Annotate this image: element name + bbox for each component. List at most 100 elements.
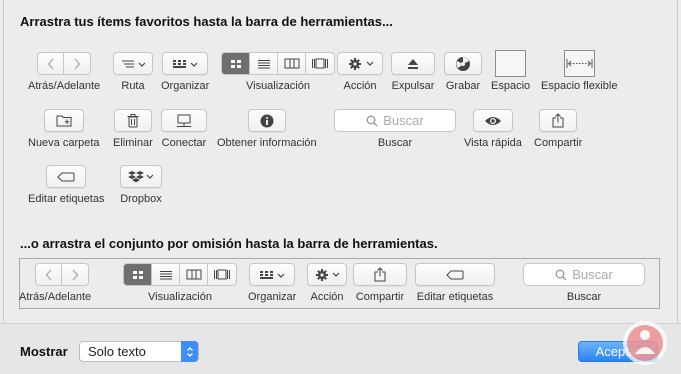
item-delete[interactable]: Eliminar [113, 109, 153, 150]
item-arrange[interactable]: Organizar [161, 52, 209, 93]
item-search[interactable]: Buscar Buscar [334, 109, 456, 150]
default-arrange-button[interactable] [249, 263, 296, 286]
dropbox-button[interactable] [120, 165, 162, 188]
item-burn[interactable]: Grabar [444, 52, 482, 93]
list-view-icon[interactable] [250, 53, 278, 74]
icon-view-icon[interactable] [222, 53, 250, 74]
item-space[interactable]: Espacio [491, 50, 530, 93]
arrange-grid-icon [173, 59, 198, 68]
back-forward-control[interactable] [37, 52, 92, 75]
gallery-view-icon[interactable] [306, 53, 334, 74]
chevron-left-icon[interactable] [36, 264, 63, 285]
column-view-icon[interactable] [180, 264, 208, 285]
icon-view-icon[interactable] [124, 264, 152, 285]
new-folder-button[interactable] [43, 109, 84, 132]
item-path[interactable]: Ruta [113, 52, 153, 93]
eject-button[interactable] [391, 52, 435, 75]
arrange-label: Organizar [161, 80, 210, 92]
trash-icon [127, 113, 139, 127]
item-edit-tags[interactable]: Editar etiquetas [28, 165, 104, 206]
search-placeholder: Buscar [383, 113, 424, 128]
arrange-button[interactable] [162, 52, 209, 75]
view-segmented-control[interactable] [221, 52, 335, 75]
item-share[interactable]: Compartir [534, 109, 582, 150]
item-flexible-space[interactable]: Espacio flexible [541, 50, 617, 93]
default-item-search[interactable]: Buscar Buscar [523, 263, 645, 304]
delete-label: Eliminar [113, 137, 153, 149]
edit-tags-label: Editar etiquetas [28, 193, 105, 205]
show-label: Mostrar [20, 344, 68, 359]
item-new-folder[interactable]: Nueva carpeta [28, 109, 100, 150]
item-get-info[interactable]: Obtener información [217, 109, 317, 150]
new-folder-icon [56, 115, 72, 127]
drag-items-heading: Arrastra tus ítems favoritos hasta la ba… [20, 14, 393, 29]
default-item-arrange[interactable]: Organizar [248, 263, 296, 304]
default-item-edit-tags[interactable]: Editar etiquetas [415, 263, 495, 304]
path-button[interactable] [113, 52, 153, 75]
item-quick-look[interactable]: Vista rápida [464, 109, 522, 150]
list-view-icon[interactable] [152, 264, 180, 285]
chevron-left-icon[interactable] [38, 53, 65, 74]
item-view[interactable]: Visualización [221, 52, 335, 93]
dropbox-label: Dropbox [120, 193, 162, 205]
default-share-label: Compartir [355, 291, 405, 303]
path-label: Ruta [121, 80, 145, 92]
flexible-space-placeholder[interactable] [563, 50, 595, 77]
gallery-view-icon[interactable] [208, 264, 236, 285]
tag-icon [57, 172, 75, 181]
quick-look-button[interactable] [472, 109, 513, 132]
gear-icon [316, 268, 340, 281]
space-label: Espacio [491, 80, 531, 92]
burn-button[interactable] [444, 52, 482, 75]
search-icon [366, 115, 378, 126]
connect-button[interactable] [161, 109, 207, 132]
edit-tags-button[interactable] [46, 165, 87, 188]
action-button[interactable] [337, 52, 383, 75]
delete-button[interactable] [113, 109, 152, 132]
default-edit-tags-label: Editar etiquetas [416, 291, 494, 303]
share-icon [374, 267, 386, 282]
default-share-button[interactable] [353, 263, 407, 286]
eject-label: Expulsar [391, 80, 435, 92]
updown-chevron-icon[interactable] [181, 341, 198, 362]
column-view-icon[interactable] [278, 53, 306, 74]
item-dropbox[interactable]: Dropbox [120, 165, 162, 206]
show-select-value: Solo texto [88, 344, 146, 359]
default-item-view[interactable]: Visualización [123, 263, 237, 304]
share-label: Compartir [534, 137, 583, 149]
chevron-right-icon[interactable] [62, 264, 88, 285]
item-eject[interactable]: Expulsar [391, 52, 435, 93]
get-info-button[interactable] [247, 109, 286, 132]
item-back-forward[interactable]: Atrás/Adelante [28, 52, 100, 93]
item-connect[interactable]: Conectar [161, 109, 207, 150]
get-info-label: Obtener información [217, 137, 317, 149]
default-search-field[interactable]: Buscar [523, 263, 645, 286]
path-icon [122, 60, 146, 67]
default-search-label: Buscar [566, 291, 602, 303]
double-arrow-icon [566, 59, 593, 68]
connect-label: Conectar [161, 137, 207, 149]
default-item-back-forward[interactable]: Atrás/Adelante [19, 263, 91, 304]
default-back-forward-control[interactable] [35, 263, 90, 286]
search-field[interactable]: Buscar [334, 109, 456, 132]
eye-icon [484, 116, 501, 125]
default-action-label: Acción [310, 291, 344, 303]
space-placeholder[interactable] [495, 50, 527, 77]
default-view-label: Visualización [147, 291, 212, 303]
chevron-right-icon[interactable] [64, 53, 90, 74]
site-logo-watermark [623, 321, 667, 365]
default-edit-tags-button[interactable] [415, 263, 495, 286]
default-item-share[interactable]: Compartir [353, 263, 407, 304]
back-forward-label: Atrás/Adelante [28, 80, 101, 92]
tag-icon [446, 270, 464, 279]
default-view-segmented-control[interactable] [123, 263, 237, 286]
item-action[interactable]: Acción [337, 52, 383, 93]
default-action-button[interactable] [307, 263, 347, 286]
default-item-action[interactable]: Acción [307, 263, 347, 304]
show-select[interactable]: Solo texto [79, 341, 199, 362]
search-icon [555, 269, 567, 280]
share-icon [552, 113, 564, 128]
share-button[interactable] [539, 109, 578, 132]
info-icon [260, 114, 274, 127]
new-folder-label: Nueva carpeta [28, 137, 100, 149]
